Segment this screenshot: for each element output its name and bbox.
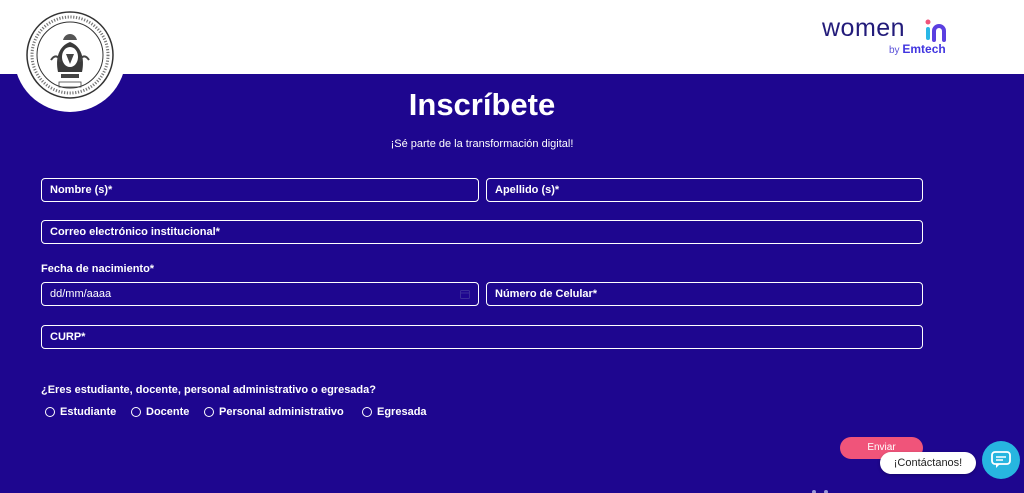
first-name-input[interactable]: Nombre (s)* [41, 178, 479, 202]
radio-circle[interactable] [362, 407, 372, 417]
university-seal-icon [26, 11, 114, 99]
brand-in-mark-icon [925, 19, 946, 42]
institutional-email-input[interactable]: Correo electrónico institucional* [41, 220, 923, 244]
radio-label: Docente [146, 406, 190, 418]
decorative-dots-right [812, 481, 836, 493]
chat-button[interactable] [982, 441, 1020, 479]
curp-input[interactable]: CURP* [41, 325, 923, 349]
birthdate-input[interactable]: dd/mm/aaaa [41, 282, 479, 306]
birthdate-placeholder: dd/mm/aaaa [50, 288, 112, 300]
brand-byline: by Emtech [889, 42, 946, 56]
radio-circle[interactable] [131, 407, 141, 417]
radio-circle[interactable] [45, 407, 55, 417]
last-name-placeholder: Apellido (s)* [495, 184, 560, 196]
radio-circle[interactable] [204, 407, 214, 417]
role-question: ¿Eres estudiante, docente, personal admi… [41, 384, 376, 396]
curp-placeholder: CURP* [50, 331, 86, 343]
radio-personal-administrativo[interactable]: Personal administrativo [204, 405, 344, 419]
radio-label: Personal administrativo [219, 406, 344, 418]
page-header: women by Emtech [0, 0, 1024, 74]
radio-docente[interactable]: Docente [131, 405, 189, 419]
university-seal-badge[interactable] [14, 0, 126, 112]
radio-egresada[interactable]: Egresada [362, 405, 427, 419]
radio-label: Egresada [377, 406, 427, 418]
chat-icon [991, 451, 1011, 468]
contact-bubble[interactable]: ¡Contáctanos! [880, 452, 976, 474]
last-name-input[interactable]: Apellido (s)* [486, 178, 923, 202]
radio-label: Estudiante [60, 406, 117, 418]
birthdate-label: Fecha de nacimiento* [41, 263, 155, 275]
radio-estudiante[interactable]: Estudiante [45, 405, 116, 419]
phone-input[interactable]: Número de Celular* [486, 282, 923, 306]
form-title: Inscríbete [408, 87, 556, 122]
decorative-dots-left [119, 487, 191, 493]
calendar-icon[interactable] [460, 289, 470, 299]
women-in-logo[interactable]: women by Emtech [822, 14, 962, 58]
email-placeholder: Correo electrónico institucional* [50, 226, 220, 238]
registration-section: Inscríbete ¡Sé parte de la transformació… [0, 74, 1024, 493]
first-name-placeholder: Nombre (s)* [50, 184, 113, 196]
form-subtitle: ¡Sé parte de la transformación digital! [390, 138, 574, 150]
brand-word: women [822, 14, 906, 42]
phone-placeholder: Número de Celular* [495, 288, 598, 300]
